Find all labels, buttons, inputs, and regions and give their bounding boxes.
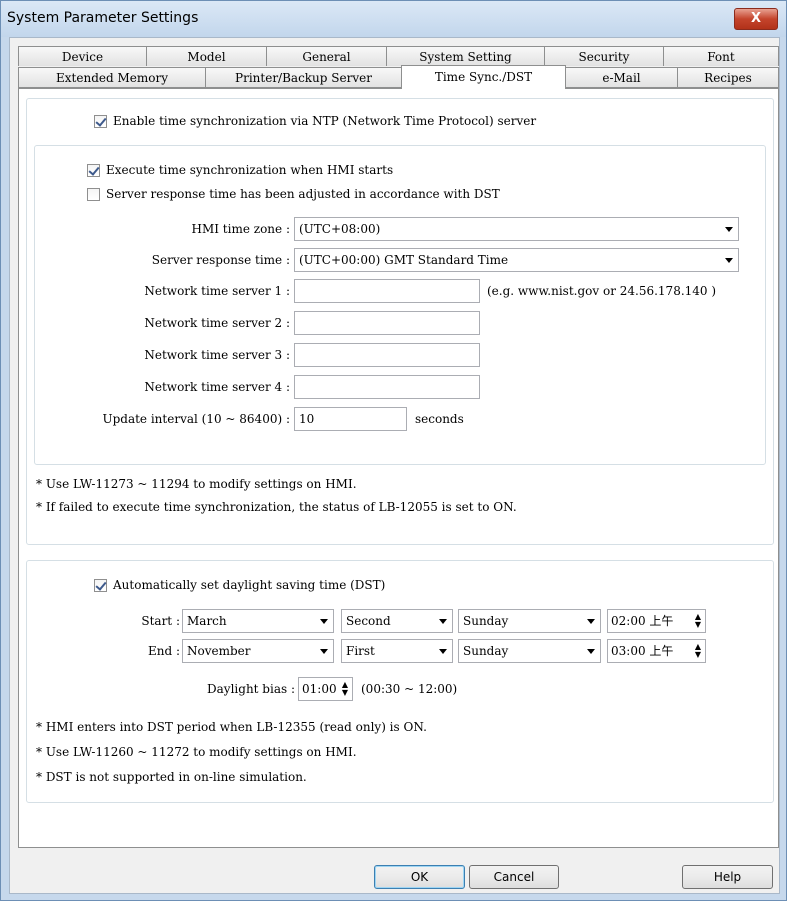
tab-row-2: Extended Memory Printer/Backup Server Ti… (18, 65, 779, 89)
dialog-window: System Parameter Settings X Device Model… (0, 0, 787, 901)
end-day-value: Sunday (463, 644, 509, 658)
server-response-select[interactable]: (UTC+00:00) GMT Standard Time (294, 248, 739, 272)
spin-arrows-icon[interactable]: ▲ ▼ (341, 681, 349, 697)
start-week-value: Second (346, 614, 391, 628)
tab-security[interactable]: Security (544, 46, 664, 66)
dst-adjust-checkbox[interactable] (87, 188, 100, 201)
update-interval-unit: seconds (415, 412, 464, 426)
tab-extended-memory[interactable]: Extended Memory (18, 67, 206, 87)
server3-label: Network time server 3 : (144, 348, 290, 362)
daylight-bias-label: Daylight bias : (207, 682, 295, 696)
help-button[interactable]: Help (682, 865, 773, 889)
server3-input[interactable] (294, 343, 480, 367)
chevron-down-icon (725, 258, 733, 263)
chevron-down-icon (320, 619, 328, 624)
tab-model[interactable]: Model (146, 46, 267, 66)
exec-on-start-checkbox[interactable] (87, 164, 100, 177)
tab-font[interactable]: Font (663, 46, 779, 66)
hmi-timezone-label: HMI time zone : (191, 222, 291, 236)
start-month-value: March (187, 614, 227, 628)
start-week-select[interactable]: Second (341, 609, 453, 633)
server2-label: Network time server 2 : (144, 316, 290, 330)
start-time-spinner[interactable]: 02:00 上午 ▲ ▼ (607, 609, 706, 633)
dst-note-3: * DST is not supported in on-line simula… (36, 770, 307, 784)
tab-system-setting[interactable]: System Setting (386, 46, 545, 66)
enable-ntp-label: Enable time synchronization via NTP (Net… (113, 114, 537, 128)
title-bar: System Parameter Settings X (1, 1, 786, 37)
end-week-select[interactable]: First (341, 639, 453, 663)
start-day-value: Sunday (463, 614, 509, 628)
server2-input[interactable] (294, 311, 480, 335)
tab-device[interactable]: Device (18, 46, 147, 66)
update-interval-input[interactable]: 10 (294, 407, 407, 431)
dst-adjust-label: Server response time has been adjusted i… (106, 187, 500, 201)
server1-label: Network time server 1 : (144, 284, 290, 298)
window-title: System Parameter Settings (7, 10, 199, 26)
tab-row-1: Device Model General System Setting Secu… (18, 46, 779, 67)
chevron-down-icon (320, 649, 328, 654)
exec-on-start-label: Execute time synchronization when HMI st… (106, 163, 394, 177)
cancel-button[interactable]: Cancel (469, 865, 559, 889)
dialog-client: Device Model General System Setting Secu… (9, 37, 780, 894)
chevron-down-icon (587, 649, 595, 654)
chevron-down-icon (725, 227, 733, 232)
server-response-label: Server response time : (151, 253, 290, 267)
chevron-down-icon (439, 649, 447, 654)
ntp-note-1: * Use LW-11273 ~ 11294 to modify setting… (36, 477, 357, 491)
end-time-value: 03:00 上午 (611, 644, 674, 658)
chevron-down-icon (439, 619, 447, 624)
tab-recipes[interactable]: Recipes (677, 67, 779, 87)
end-month-value: November (187, 644, 251, 658)
tab-email[interactable]: e-Mail (565, 67, 678, 87)
spin-arrows-icon[interactable]: ▲ ▼ (694, 643, 702, 659)
end-day-select[interactable]: Sunday (458, 639, 601, 663)
close-button[interactable]: X (734, 8, 778, 30)
server-response-value: (UTC+00:00) GMT Standard Time (299, 253, 509, 267)
server4-input[interactable] (294, 375, 480, 399)
ok-button[interactable]: OK (374, 865, 465, 889)
daylight-bias-range: (00:30 ~ 12:00) (361, 682, 458, 696)
server1-input[interactable] (294, 279, 480, 303)
server4-label: Network time server 4 : (144, 380, 290, 394)
tab-general[interactable]: General (266, 46, 387, 66)
start-day-select[interactable]: Sunday (458, 609, 601, 633)
ntp-note-2: * If failed to execute time synchronizat… (36, 500, 517, 514)
daylight-bias-spinner[interactable]: 01:00 ▲ ▼ (298, 677, 353, 701)
ntp-group: Enable time synchronization via NTP (Net… (26, 98, 774, 545)
chevron-down-icon (587, 619, 595, 624)
close-icon: X (750, 11, 762, 26)
tab-time-sync-dst[interactable]: Time Sync./DST (401, 65, 566, 89)
dst-group: Automatically set daylight saving time (… (26, 560, 774, 803)
server1-hint: (e.g. www.nist.gov or 24.56.178.140 ) (487, 284, 717, 298)
tab-printer-backup-server[interactable]: Printer/Backup Server (205, 67, 402, 87)
daylight-bias-value: 01:00 (302, 682, 337, 696)
start-time-value: 02:00 上午 (611, 614, 674, 628)
hmi-timezone-value: (UTC+08:00) (299, 222, 381, 236)
end-week-value: First (346, 644, 375, 658)
update-interval-label: Update interval (10 ~ 86400) : (102, 412, 290, 426)
end-time-spinner[interactable]: 03:00 上午 ▲ ▼ (607, 639, 706, 663)
spin-arrows-icon[interactable]: ▲ ▼ (694, 613, 702, 629)
dst-note-1: * HMI enters into DST period when LB-123… (36, 720, 427, 734)
auto-dst-checkbox[interactable] (94, 579, 107, 592)
dst-end-label: End : (147, 644, 180, 658)
auto-dst-label: Automatically set daylight saving time (… (113, 578, 386, 592)
dst-note-2: * Use LW-11260 ~ 11272 to modify setting… (36, 745, 357, 759)
start-month-select[interactable]: March (182, 609, 334, 633)
ntp-settings-group: Execute time synchronization when HMI st… (34, 145, 766, 465)
dst-start-label: Start : (141, 614, 180, 628)
enable-ntp-checkbox[interactable] (94, 115, 107, 128)
end-month-select[interactable]: November (182, 639, 334, 663)
hmi-timezone-select[interactable]: (UTC+08:00) (294, 217, 739, 241)
tab-page-time-sync: Enable time synchronization via NTP (Net… (18, 88, 779, 848)
